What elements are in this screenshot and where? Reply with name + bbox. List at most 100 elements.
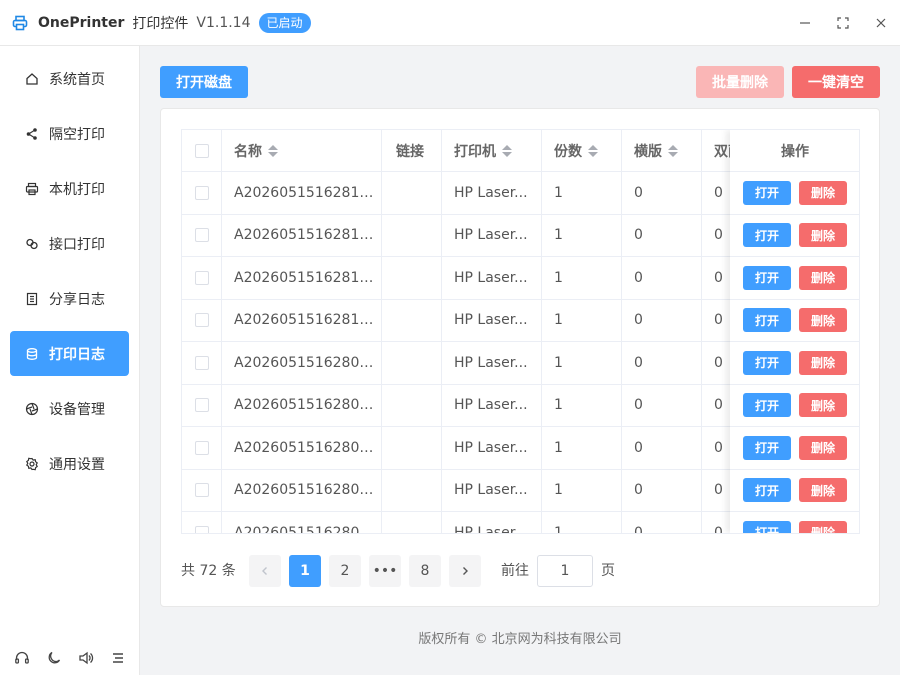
row-actions: 打开 删除: [730, 342, 859, 385]
duplex-cell: 0: [714, 397, 723, 414]
landscape-cell: 0: [622, 299, 702, 341]
printer-cell: HP Laser...: [442, 299, 542, 341]
printer-logo-icon: [12, 15, 28, 31]
col-printer-header[interactable]: 打印机: [442, 130, 542, 171]
clear-all-button[interactable]: 一键清空: [792, 66, 880, 98]
checkbox[interactable]: [194, 355, 209, 370]
menu-icon[interactable]: [109, 649, 127, 667]
delete-button[interactable]: 删除: [799, 350, 847, 375]
col-copies-header[interactable]: 份数: [542, 130, 622, 171]
checkbox[interactable]: [194, 270, 209, 285]
row-checkbox-cell[interactable]: [182, 427, 222, 469]
row-checkbox-cell[interactable]: [182, 512, 222, 533]
file-name: A20260515162815...: [234, 184, 381, 201]
checkbox[interactable]: [194, 185, 209, 200]
sidebar-item-api-print[interactable]: 接口打印: [10, 221, 129, 266]
header-label: 份数: [554, 143, 582, 160]
row-checkbox-cell[interactable]: [182, 214, 222, 256]
sidebar-item-print-log[interactable]: 打印日志: [10, 331, 129, 376]
open-button[interactable]: 打开: [743, 350, 791, 375]
open-button[interactable]: 打开: [743, 308, 791, 333]
delete-button[interactable]: 删除: [799, 478, 847, 503]
col-actions-header: 操作: [730, 130, 859, 172]
delete-button[interactable]: 删除: [799, 265, 847, 290]
page-button[interactable]: 1: [289, 555, 321, 587]
sidebar-item-label: 本机打印: [49, 181, 105, 198]
row-checkbox-cell[interactable]: [182, 172, 222, 214]
row-actions: 打开 删除: [730, 385, 859, 427]
printer-cell: HP Laser...: [442, 384, 542, 426]
duplex-cell: 0: [714, 269, 723, 286]
row-checkbox-cell[interactable]: [182, 257, 222, 299]
col-name-header[interactable]: 名称: [222, 130, 382, 171]
row-checkbox-cell[interactable]: [182, 384, 222, 426]
printer-name: HP Laser...: [454, 439, 528, 456]
moon-icon[interactable]: [45, 649, 63, 667]
open-button[interactable]: 打开: [743, 265, 791, 290]
more-pages-button[interactable]: •••: [369, 555, 401, 587]
headset-icon[interactable]: [13, 649, 31, 667]
sidebar-item-settings[interactable]: 通用设置: [10, 441, 129, 486]
prev-page-button[interactable]: [249, 555, 281, 587]
row-actions: 打开 删除: [730, 172, 859, 215]
sort-icon[interactable]: [502, 144, 512, 157]
printer-cell: HP Laser...: [442, 214, 542, 256]
sort-icon[interactable]: [668, 144, 678, 157]
duplex-cell: 0: [714, 312, 723, 329]
sort-icon[interactable]: [588, 144, 598, 157]
checkbox[interactable]: [194, 398, 209, 413]
sidebar-item-devices[interactable]: 设备管理: [10, 386, 129, 431]
delete-button[interactable]: 删除: [799, 180, 847, 205]
checkbox[interactable]: [194, 483, 209, 498]
open-button[interactable]: 打开: [743, 223, 791, 248]
printer-name: HP Laser...: [454, 269, 528, 286]
row-checkbox-cell[interactable]: [182, 469, 222, 511]
sidebar-item-airprint[interactable]: 隔空打印: [10, 111, 129, 156]
checkbox[interactable]: [194, 143, 209, 158]
printer-cell: HP Laser...: [442, 172, 542, 214]
row-checkbox-cell[interactable]: [182, 342, 222, 384]
open-button[interactable]: 打开: [743, 435, 791, 460]
file-name: A20260515162806...: [234, 439, 381, 456]
open-button[interactable]: 打开: [743, 393, 791, 418]
close-icon[interactable]: [862, 0, 900, 46]
duplex-cell: 0: [714, 184, 723, 201]
open-disk-button[interactable]: 打开磁盘: [160, 66, 248, 98]
copies-cell: 1: [542, 214, 622, 256]
sidebar-item-label: 分享日志: [49, 291, 105, 308]
sidebar-item-share-log[interactable]: 分享日志: [10, 276, 129, 321]
checkbox[interactable]: [194, 440, 209, 455]
sidebar-item-home[interactable]: 系统首页: [10, 56, 129, 101]
next-page-button[interactable]: [449, 555, 481, 587]
delete-button[interactable]: 删除: [799, 308, 847, 333]
sidebar-item-local-print[interactable]: 本机打印: [10, 166, 129, 211]
col-link-header: 链接: [382, 130, 442, 171]
speaker-icon[interactable]: [77, 649, 95, 667]
sort-icon[interactable]: [268, 144, 278, 157]
delete-button[interactable]: 删除: [799, 393, 847, 418]
maximize-icon[interactable]: [824, 0, 862, 46]
open-button[interactable]: 打开: [743, 520, 791, 533]
printer-name: HP Laser...: [454, 312, 528, 329]
checkbox[interactable]: [194, 228, 209, 243]
checkbox[interactable]: [194, 525, 209, 533]
share-icon: [25, 127, 39, 141]
delete-button[interactable]: 删除: [799, 520, 847, 533]
link-cell: [382, 214, 442, 256]
page-button[interactable]: 8: [409, 555, 441, 587]
link-cell: [382, 469, 442, 511]
minimize-icon[interactable]: [786, 0, 824, 46]
checkbox[interactable]: [194, 313, 209, 328]
goto-page-input[interactable]: 1: [537, 555, 593, 587]
select-all-checkbox[interactable]: [182, 130, 222, 171]
col-landscape-header[interactable]: 横版: [622, 130, 702, 171]
open-button[interactable]: 打开: [743, 478, 791, 503]
footer-copyright: 版权所有 © 北京网为科技有限公司: [418, 632, 622, 647]
delete-button[interactable]: 删除: [799, 223, 847, 248]
delete-button[interactable]: 删除: [799, 435, 847, 460]
batch-delete-button[interactable]: 批量删除: [696, 66, 784, 98]
open-button[interactable]: 打开: [743, 180, 791, 205]
page-button[interactable]: 2: [329, 555, 361, 587]
row-checkbox-cell[interactable]: [182, 299, 222, 341]
sidebar-bottom-tools: [0, 641, 140, 675]
